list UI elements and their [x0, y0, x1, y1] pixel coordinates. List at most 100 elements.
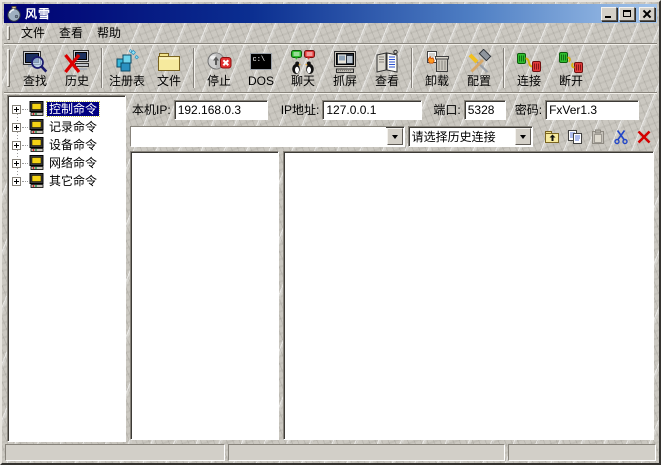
cut-icon	[613, 129, 629, 145]
toolbar-separator	[411, 48, 413, 88]
result-list-panel[interactable]	[130, 151, 279, 440]
stop-icon	[206, 49, 232, 75]
history-combobox[interactable]	[130, 126, 405, 147]
toolbar-button-registry[interactable]: 注册表	[106, 46, 148, 91]
output-panel[interactable]	[283, 151, 654, 440]
computer-icon	[29, 119, 45, 135]
menu-help[interactable]: 帮助	[90, 25, 128, 41]
status-pane	[508, 444, 656, 461]
toolbar-button-chat[interactable]: 聊天	[282, 46, 324, 91]
menu-view[interactable]: 查看	[52, 25, 90, 41]
folder-icon	[156, 49, 182, 75]
registry-icon	[114, 49, 140, 75]
tree-item-control-commands[interactable]: 控制命令	[8, 100, 125, 118]
toolbar-button-uninstall[interactable]: 卸载	[416, 46, 458, 91]
port-field[interactable]	[464, 100, 506, 120]
toolbar-button-dos[interactable]: c:\ DOS	[240, 46, 282, 91]
cut-button[interactable]	[610, 127, 631, 147]
tree-item-device-commands[interactable]: 设备命令	[8, 136, 125, 154]
chevron-down-icon	[392, 135, 398, 142]
toolbar-grip[interactable]	[7, 49, 10, 87]
uninstall-icon	[424, 49, 450, 75]
right-column: 本机IP: IP地址: 端口: 密码: 请选择历史连接	[130, 95, 654, 442]
tree-item-other-commands[interactable]: 其它命令	[8, 172, 125, 190]
toolbar-button-files[interactable]: 文件	[148, 46, 190, 91]
expand-icon[interactable]	[12, 123, 21, 132]
menubar-grip[interactable]	[7, 26, 10, 40]
command-tree[interactable]: 控制命令 记录命令	[7, 95, 126, 442]
tree-item-record-commands[interactable]: 记录命令	[8, 118, 125, 136]
expand-icon[interactable]	[12, 105, 21, 114]
dos-icon: c:\	[248, 49, 274, 75]
toolbar-button-label: 卸载	[425, 75, 449, 88]
statusbar	[5, 444, 656, 461]
local-ip-field[interactable]	[174, 100, 268, 120]
toolbar-button-label: 历史	[65, 75, 89, 88]
history-select-dropdown-button[interactable]	[515, 128, 531, 145]
window-title: 风雪	[25, 8, 51, 20]
history-bar: 请选择历史连接	[130, 125, 654, 148]
toolbar-button-label: 断开	[559, 75, 583, 88]
expand-icon[interactable]	[12, 177, 21, 186]
main-area: 控制命令 记录命令	[4, 93, 657, 443]
toolbar-button-label: 配置	[467, 75, 491, 88]
app-window: 风雪 文件 查看 帮助 查找	[0, 0, 661, 465]
expand-icon[interactable]	[12, 159, 21, 168]
menubar: 文件 查看 帮助	[4, 23, 657, 44]
toolbar-button-view[interactable]: 查看	[366, 46, 408, 91]
history-input[interactable]	[131, 127, 386, 146]
delete-button[interactable]	[633, 127, 654, 147]
toolbar-button-connect[interactable]: 连接	[508, 46, 550, 91]
find-icon	[22, 49, 48, 75]
paste-icon	[590, 129, 606, 145]
toolbar-button-label: 文件	[157, 75, 181, 88]
history-icon	[64, 49, 90, 75]
menu-file[interactable]: 文件	[14, 25, 52, 41]
port-label: 端口:	[433, 104, 460, 116]
paste-button[interactable]	[587, 127, 608, 147]
toolbar-button-label: 连接	[517, 75, 541, 88]
folder-up-button[interactable]	[541, 127, 562, 147]
toolbar-button-disconnect[interactable]: 断开	[550, 46, 592, 91]
password-field[interactable]	[545, 100, 639, 120]
computer-icon	[29, 173, 45, 189]
toolbar-button-screenshot[interactable]: 抓屏	[324, 46, 366, 91]
expand-icon[interactable]	[12, 141, 21, 150]
local-ip-label: 本机IP:	[132, 104, 171, 116]
tree-item-label: 记录命令	[47, 120, 99, 134]
tree-item-label: 网络命令	[47, 156, 99, 170]
minimize-button[interactable]	[601, 7, 617, 21]
close-icon	[640, 8, 654, 20]
maximize-button[interactable]	[619, 7, 635, 21]
tree-item-label: 控制命令	[47, 102, 99, 116]
history-select[interactable]: 请选择历史连接	[408, 126, 533, 147]
screenshot-icon	[332, 49, 358, 75]
toolbar-button-stop[interactable]: 停止	[198, 46, 240, 91]
close-button[interactable]	[639, 7, 655, 21]
history-dropdown-button[interactable]	[387, 128, 403, 145]
tree-item-label: 设备命令	[47, 138, 99, 152]
copy-icon	[567, 129, 583, 145]
view-icon	[374, 49, 400, 75]
minimize-icon	[605, 16, 611, 18]
computer-icon	[29, 101, 45, 117]
history-select-value: 请选择历史连接	[409, 127, 514, 146]
target-ip-field[interactable]	[322, 100, 422, 120]
content-panels	[130, 151, 654, 440]
copy-button[interactable]	[564, 127, 585, 147]
delete-icon	[636, 129, 652, 145]
disconnect-icon	[558, 49, 584, 75]
maximize-icon	[623, 10, 631, 17]
config-icon	[466, 49, 492, 75]
connect-icon	[516, 49, 542, 75]
titlebar[interactable]: 风雪	[4, 4, 657, 23]
toolbar-button-label: DOS	[248, 75, 274, 88]
toolbar-button-label: 抓屏	[333, 75, 357, 88]
toolbar-button-label: 查找	[23, 75, 47, 88]
chevron-down-icon	[520, 135, 526, 142]
toolbar-button-find[interactable]: 查找	[14, 46, 56, 91]
folder-up-icon	[544, 129, 560, 145]
tree-item-network-commands[interactable]: 网络命令	[8, 154, 125, 172]
toolbar-button-config[interactable]: 配置	[458, 46, 500, 91]
toolbar-button-history[interactable]: 历史	[56, 46, 98, 91]
